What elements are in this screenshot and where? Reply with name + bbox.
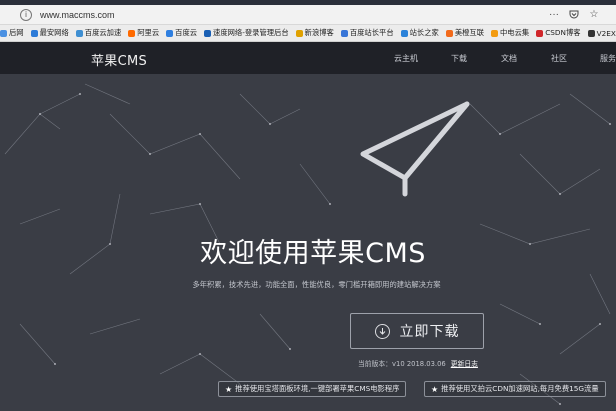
site-info-icon[interactable]: i: [20, 9, 32, 21]
bookmark-favicon-icon: [445, 29, 453, 37]
nav-link-community[interactable]: 社区: [551, 53, 567, 64]
current-version: 当前版本：v10 2018.03.06: [358, 360, 446, 368]
bookmark-label: 后网: [9, 28, 24, 37]
bookmark-label: 百度云: [175, 28, 198, 37]
hero-title: 欢迎使用苹果CMS: [200, 238, 426, 269]
bookmark-favicon-icon: [204, 29, 212, 37]
version-info: 当前版本：v10 2018.03.06 更新日志: [358, 358, 478, 368]
bookmark-favicon-icon: [340, 29, 348, 37]
promo-baota-text: 推荐使用宝塔面板环境,一键部署苹果CMS电影程序: [235, 384, 400, 393]
address-bar: i www.maccms.com ··· ☆: [0, 5, 616, 25]
download-button[interactable]: 立即下载: [350, 313, 484, 349]
paper-plane-icon: [360, 101, 470, 197]
bookmark-favicon-icon: [0, 29, 7, 37]
bookmark-item[interactable]: 后网: [0, 28, 24, 38]
hero-section: 欢迎使用苹果CMS 多年积累，技术先进，功能全面，性能优良，零门槛开箱即用的建站…: [0, 74, 616, 411]
bookmark-favicon-icon: [587, 29, 595, 37]
bookmark-label: 新浪博客: [304, 28, 334, 37]
bookmark-favicon-icon: [166, 29, 174, 37]
bookmark-item[interactable]: 美橙互联: [445, 28, 484, 38]
bookmark-item[interactable]: 新浪博客: [295, 28, 334, 38]
bookmark-item[interactable]: CSDN博客: [536, 28, 581, 38]
nav-link-docs[interactable]: 文档: [501, 53, 517, 64]
bookmark-item[interactable]: 最安网络: [30, 28, 69, 38]
bookmark-favicon-icon: [400, 29, 408, 37]
nav-link-download[interactable]: 下载: [451, 53, 467, 64]
nav-link-services[interactable]: 服务: [600, 53, 616, 64]
promo-upyun-text: 推荐使用又拍云CDN加速网站,每月免费15G流量: [441, 384, 599, 393]
star-icon: ★: [225, 384, 233, 394]
bookmark-favicon-icon: [536, 29, 544, 37]
bookmark-item[interactable]: 阿里云: [128, 28, 159, 38]
bookmark-star-icon[interactable]: ☆: [588, 9, 600, 23]
bookmark-label: V2EX: [596, 28, 616, 38]
bookmarks-bar: 后网 最安网络 百度云加速 阿里云 百度云 速度网络-登录管理后台 新浪博客 百度站长平台 站长…: [0, 25, 616, 42]
bookmark-item[interactable]: 百度云: [166, 28, 197, 38]
star-icon: ★: [431, 384, 439, 394]
changelog-link[interactable]: 更新日志: [451, 360, 478, 368]
bookmark-label: 阿里云: [137, 28, 160, 37]
download-button-label: 立即下载: [399, 324, 460, 340]
promo-baota[interactable]: ★ 推荐使用宝塔面板环境,一键部署苹果CMS电影程序: [218, 381, 407, 397]
bookmark-label: 美橙互联: [454, 28, 484, 37]
bookmark-label: 中电云集: [500, 28, 530, 37]
bookmark-favicon-icon: [128, 29, 136, 37]
bookmark-favicon-icon: [295, 29, 303, 37]
nav-links: 云主机 下载 文档 社区 服务: [0, 53, 616, 65]
bookmark-favicon-icon: [491, 29, 498, 37]
page-actions-icon[interactable]: ···: [548, 9, 560, 23]
bookmark-label: 百度站长平台: [349, 28, 394, 37]
bookmark-label: 速度网络-登录管理后台: [213, 28, 289, 37]
bookmark-favicon-icon: [30, 29, 38, 37]
bookmark-label: 百度云加速: [84, 28, 122, 37]
pocket-icon[interactable]: [568, 9, 580, 23]
url-text[interactable]: www.maccms.com: [40, 10, 115, 20]
bookmark-item[interactable]: 速度网络-登录管理后台: [204, 28, 289, 38]
bookmark-favicon-icon: [75, 29, 83, 37]
bookmark-item[interactable]: 站长之家: [400, 28, 439, 38]
nav-link-cloud-host[interactable]: 云主机: [394, 53, 418, 64]
url-field[interactable]: i www.maccms.com: [6, 8, 538, 22]
download-arrow-icon: [374, 323, 390, 339]
hero-subtitle: 多年积累，技术先进，功能全面，性能优良，零门槛开箱即用的建站解决方案: [192, 280, 441, 289]
bookmark-item[interactable]: V2EX: [587, 28, 616, 38]
bookmark-item[interactable]: 百度云加速: [75, 28, 122, 38]
url-actions: ··· ☆: [548, 9, 600, 23]
bookmark-label: 最安网络: [39, 28, 69, 37]
promo-upyun[interactable]: ★ 推荐使用又拍云CDN加速网站,每月免费15G流量: [424, 381, 606, 397]
bookmark-label: 站长之家: [409, 28, 439, 37]
bookmark-item[interactable]: 百度站长平台: [340, 28, 394, 38]
bookmark-label: CSDN博客: [545, 28, 581, 37]
site-navbar: 苹果CMS 云主机 下载 文档 社区 服务: [0, 42, 616, 74]
bookmark-item[interactable]: 中电云集: [491, 28, 529, 38]
